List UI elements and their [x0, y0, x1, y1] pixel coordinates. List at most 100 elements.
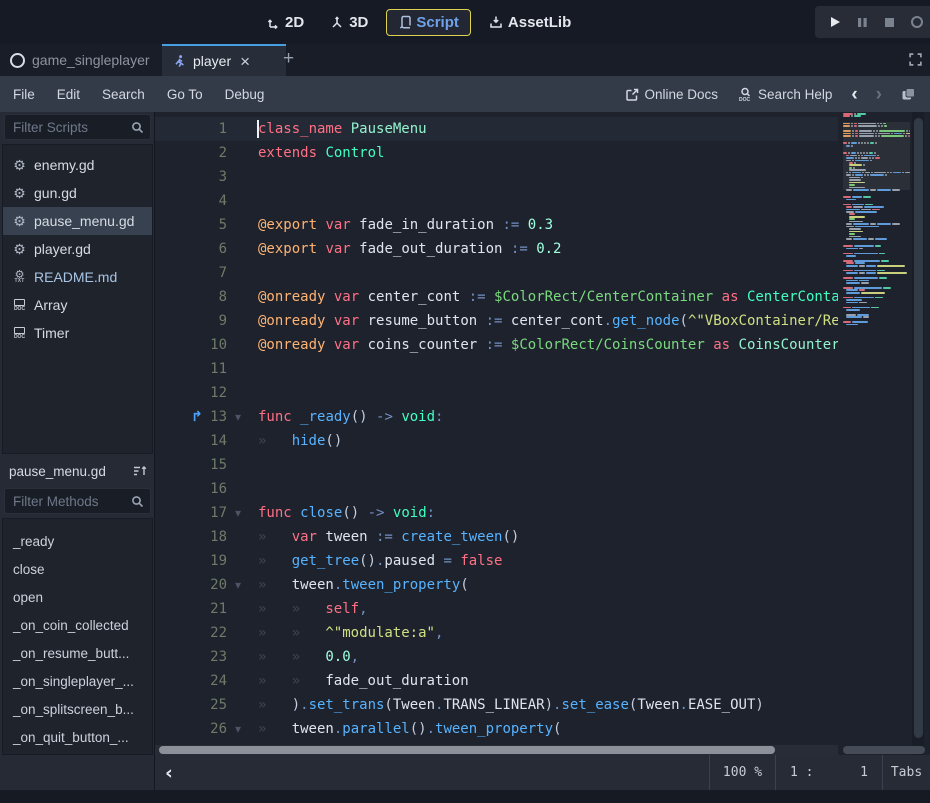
token: := [469, 289, 486, 305]
script-list-item[interactable]: ⚙player.gd [3, 235, 152, 263]
token [342, 121, 350, 137]
history-back-button[interactable]: ‹ [846, 85, 862, 104]
method-list-item[interactable]: _on_quit_button_... [3, 723, 152, 751]
token [519, 217, 527, 233]
minimap-row [875, 157, 880, 159]
search-help-button[interactable]: DOC Search Help [732, 87, 838, 102]
token: set_ease [561, 697, 628, 713]
stop-button[interactable] [883, 16, 896, 29]
tab-game-singleplayer[interactable]: game_singleplayer [0, 44, 182, 76]
menu-search[interactable]: Search [91, 87, 156, 102]
minimap-row [881, 260, 889, 262]
menu-go-to[interactable]: Go To [156, 87, 214, 102]
method-list-item[interactable]: _on_coin_collected [3, 611, 152, 639]
menu-debug[interactable]: Debug [214, 87, 276, 102]
method-list-item[interactable]: _on_singleplayer_... [3, 667, 152, 695]
script-list-item[interactable]: DOCArray [3, 291, 152, 319]
minimap-row [852, 130, 854, 132]
minimap-row [855, 211, 877, 213]
2d-mode-button[interactable]: 2D [258, 9, 312, 36]
minimap-row [857, 314, 869, 316]
minimap-row [846, 282, 860, 284]
method-list-item[interactable]: _on_resume_butt... [3, 639, 152, 667]
token: fade_out_duration [325, 673, 468, 689]
fold-arrow-icon[interactable]: ▾ [235, 573, 241, 597]
code-text: @onready var coins_counter := $ColorRect… [258, 333, 838, 357]
minimap-row [859, 130, 872, 132]
cursor-position[interactable]: 1 : 1 [775, 755, 882, 790]
play-button[interactable] [828, 15, 842, 29]
minimap-row [846, 206, 852, 208]
menu-file[interactable]: File [0, 87, 46, 102]
minimap-row [881, 135, 904, 137]
fold-arrow-icon[interactable]: ▾ [235, 501, 241, 525]
minimap-row [849, 218, 855, 220]
svg-text:DOC: DOC [739, 97, 751, 102]
assetlib-mode-button[interactable]: AssetLib [481, 9, 579, 36]
minimap-row [853, 167, 855, 169]
online-docs-button[interactable]: Online Docs [620, 87, 725, 102]
collapse-sidebar-button[interactable]: ‹ [155, 762, 173, 784]
code-line: 20▾»tween.tween_property( [155, 573, 838, 597]
close-tab-icon[interactable]: × [240, 53, 250, 70]
script-mode-button[interactable]: Script [386, 9, 471, 36]
3d-mode-button[interactable]: 3D [322, 9, 376, 36]
minimap-row [846, 145, 850, 147]
movie-mode-button[interactable] [910, 15, 924, 29]
add-script-button[interactable]: + [283, 48, 294, 70]
minimap-row [884, 125, 887, 127]
script-list-item[interactable]: ⚙TXTREADME.md [3, 263, 152, 291]
minimap-row [843, 260, 853, 262]
history-forward-button[interactable]: › [871, 85, 887, 104]
token: var [325, 241, 350, 257]
script-menu-bar: FileEditSearchGo ToDebug Online Docs DOC… [0, 76, 930, 112]
fold-arrow-icon[interactable]: ▾ [235, 717, 241, 741]
menu-edit[interactable]: Edit [46, 87, 91, 102]
token: resume_button [359, 313, 485, 329]
token: var [334, 289, 359, 305]
code-line: 26▾»tween.parallel().tween_property( [155, 717, 838, 741]
minimap-row [846, 316, 862, 318]
minimap-row [843, 130, 851, 132]
code-line: 4 [155, 189, 838, 213]
vertical-scrollbar[interactable] [912, 112, 924, 755]
code-area[interactable]: 1class_name PauseMenu2extends Control345… [155, 112, 838, 755]
pause-button[interactable] [856, 16, 869, 29]
fold-arrow-icon[interactable]: ▾ [235, 405, 241, 429]
method-list-item[interactable]: open [3, 583, 152, 611]
scene-icon [10, 53, 25, 68]
minimap-row [854, 245, 874, 247]
token: center_cont [502, 313, 603, 329]
zoom-level[interactable]: 100 % [709, 755, 775, 790]
script-list-item[interactable]: ⚙enemy.gd [3, 151, 152, 179]
token: tween_property [435, 721, 553, 737]
method-list-item[interactable]: close [3, 555, 152, 583]
tab-player[interactable]: player × [162, 44, 286, 76]
token [359, 505, 367, 521]
script-list-item[interactable]: DOCTimer [3, 319, 152, 347]
indent-mode-button[interactable]: Tabs [882, 755, 930, 790]
minimap-scrollbar-segment[interactable] [843, 746, 925, 754]
minimap[interactable] [843, 112, 910, 755]
sort-methods-icon[interactable] [132, 464, 148, 478]
expand-panel-icon[interactable] [908, 52, 923, 67]
script-list-item[interactable]: ⚙pause_menu.gd [3, 207, 152, 235]
method-list-item[interactable]: _ready [3, 527, 152, 555]
method-list-item[interactable]: _on_splitscreen_b... [3, 695, 152, 723]
filter-scripts-input[interactable] [5, 120, 131, 135]
minimap-row [846, 160, 851, 162]
filter-methods-input[interactable] [5, 494, 131, 509]
horizontal-scrollbar-thumb[interactable] [159, 746, 775, 754]
code-text: »var tween := create_tween() [258, 525, 519, 549]
vertical-scrollbar-thumb[interactable] [914, 118, 923, 738]
minimap-row [883, 287, 891, 289]
token: ( [460, 577, 468, 593]
token: tween [292, 577, 334, 593]
panel-layout-icon[interactable] [901, 87, 916, 102]
line-number: 21 [155, 597, 227, 621]
token [325, 313, 333, 329]
tab-indent-marker: » [258, 693, 292, 717]
token [292, 409, 300, 425]
script-list-item[interactable]: ⚙gun.gd [3, 179, 152, 207]
token: ^"modulate:a" [325, 625, 435, 641]
